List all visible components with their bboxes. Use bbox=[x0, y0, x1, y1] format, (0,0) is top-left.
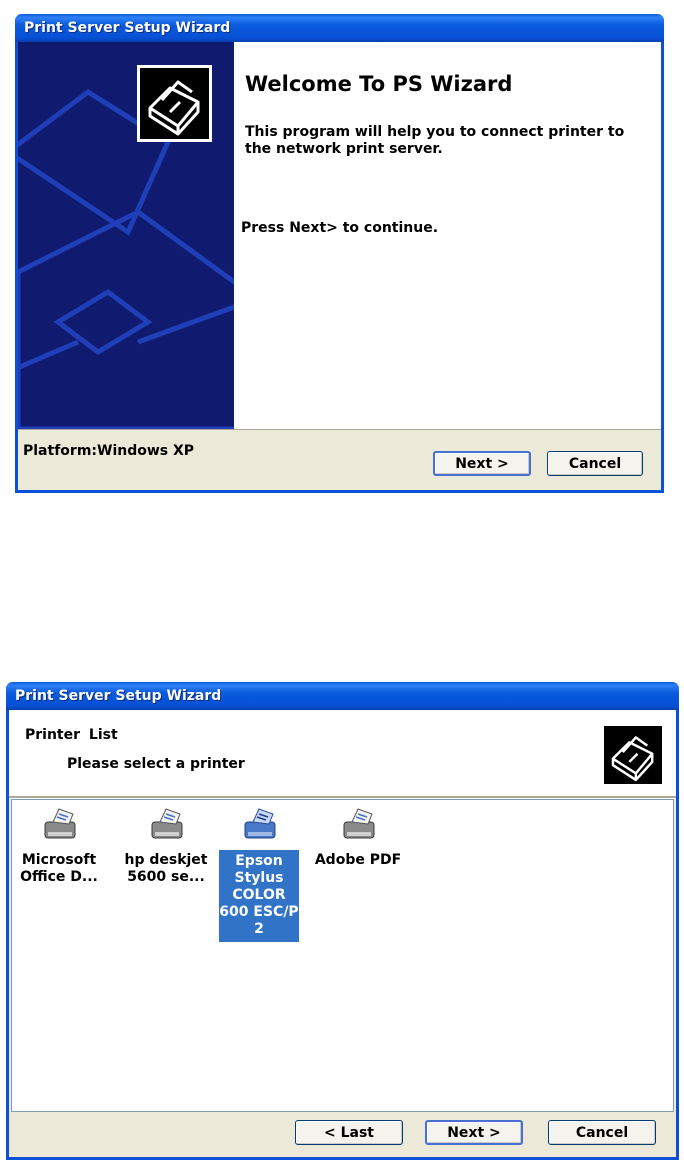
welcome-heading: Welcome To PS Wizard bbox=[245, 72, 513, 96]
printer-logo-icon bbox=[148, 80, 200, 136]
printer-icon bbox=[343, 808, 375, 839]
printer-list-subtitle: Please select a printer bbox=[67, 756, 245, 772]
wizard-side-panel bbox=[18, 42, 234, 429]
footer-divider bbox=[18, 429, 661, 430]
next-button[interactable]: Next > bbox=[425, 1120, 523, 1145]
welcome-window-titlebar[interactable]: Print Server Setup Wizard bbox=[15, 14, 664, 42]
platform-label: Platform:Windows XP bbox=[23, 443, 195, 459]
welcome-content: Welcome To PS Wizard This program will h… bbox=[18, 42, 661, 429]
welcome-description: This program will help you to connect pr… bbox=[245, 124, 625, 157]
welcome-wizard-window: Print Server Setup Wizard Welcome To PS … bbox=[15, 14, 664, 493]
next-button[interactable]: Next > bbox=[433, 451, 531, 476]
wizard-logo-small bbox=[601, 723, 665, 787]
welcome-instruction: Press Next> to continue. bbox=[241, 220, 439, 236]
printer-list-title: Printer List bbox=[25, 727, 118, 743]
printer-label: hp deskjet 5600 se... bbox=[124, 852, 208, 885]
printer-list[interactable]: Microsoft Office D... hp deskjet 5600 se… bbox=[11, 799, 674, 1112]
printer-icon bbox=[44, 808, 76, 839]
printer-list-window: Print Server Setup Wizard Printer List P… bbox=[6, 682, 679, 1160]
printer-label: Microsoft Office D... bbox=[20, 852, 98, 885]
last-button[interactable]: < Last bbox=[295, 1120, 403, 1145]
printer-label: Adobe PDF bbox=[314, 852, 402, 868]
cancel-button[interactable]: Cancel bbox=[547, 451, 643, 476]
printer-icon bbox=[151, 808, 183, 839]
printer-list-header: Printer List Please select a printer bbox=[9, 710, 676, 796]
printer-label: Epson Stylus COLOR 600 ESC/P 2 bbox=[219, 850, 299, 942]
printer-logo-icon bbox=[611, 736, 654, 782]
printer-window-titlebar[interactable]: Print Server Setup Wizard bbox=[6, 682, 679, 710]
wizard-logo bbox=[137, 65, 212, 142]
cancel-button[interactable]: Cancel bbox=[548, 1120, 656, 1145]
printer-icon bbox=[244, 808, 276, 839]
